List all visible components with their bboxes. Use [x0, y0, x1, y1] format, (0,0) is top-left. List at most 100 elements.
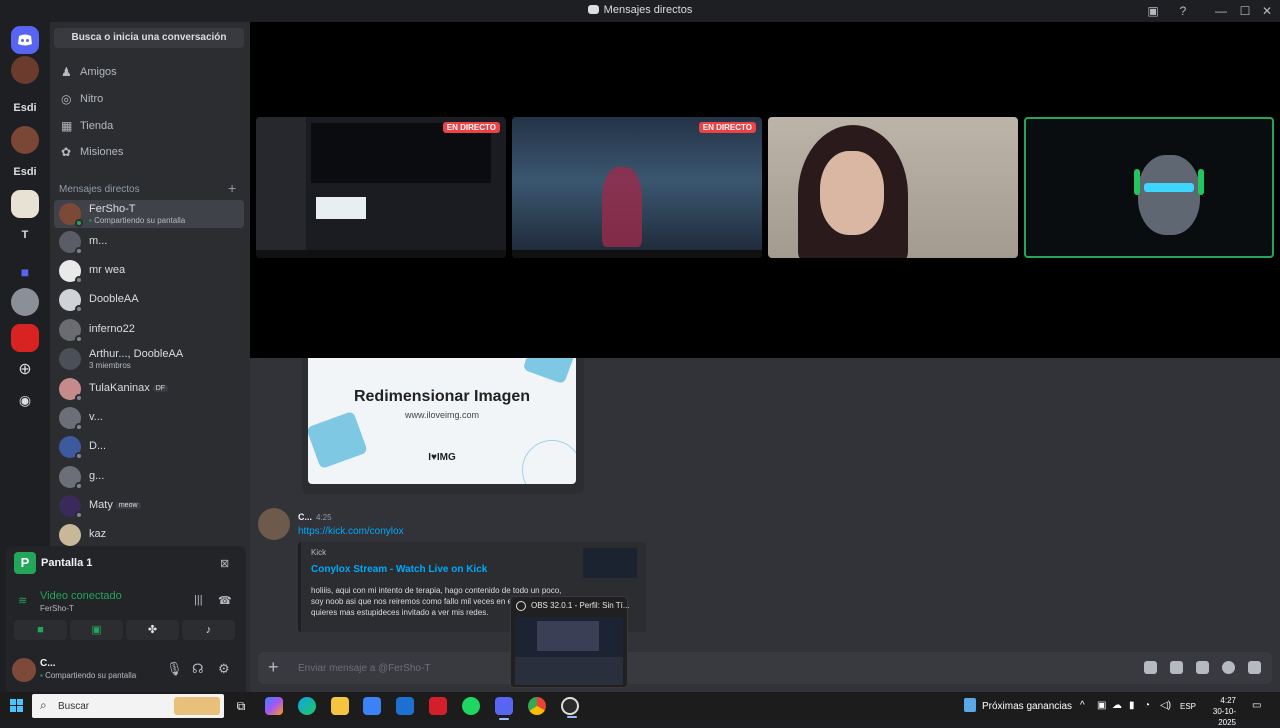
minimize-button[interactable]: —: [1208, 0, 1234, 22]
dm-item[interactable]: inferno22: [54, 316, 244, 344]
dm-item[interactable]: m...: [54, 228, 244, 256]
signal-icon[interactable]: ≋: [18, 594, 27, 607]
close-button[interactable]: ✕: [1254, 0, 1280, 22]
language-indicator[interactable]: ESP: [1180, 702, 1196, 711]
video-tile-2-speaking[interactable]: [1024, 117, 1274, 258]
avatar: [59, 289, 83, 313]
mail-icon[interactable]: [396, 697, 414, 715]
soundboard-button[interactable]: ♪: [182, 620, 235, 640]
embed-thumbnail[interactable]: [583, 548, 637, 578]
gear-icon[interactable]: ⚙: [218, 661, 230, 677]
tray-chevron-icon[interactable]: ^: [1080, 700, 1085, 711]
voice-channel-title[interactable]: Pantalla 1: [41, 557, 92, 569]
server-avatar-4[interactable]: [11, 288, 39, 316]
inbox-icon[interactable]: ▣: [1144, 2, 1162, 20]
taskbar-search[interactable]: ⌕ Buscar: [32, 694, 224, 718]
apps-icon[interactable]: [1248, 661, 1261, 674]
server-avatar-3[interactable]: [11, 190, 39, 218]
dm-item[interactable]: Arthur..., DoobleAA 3 miembros: [54, 345, 244, 373]
screen-share-button[interactable]: ▣: [70, 620, 123, 640]
dm-item[interactable]: v...: [54, 404, 244, 432]
popout-icon[interactable]: ⊠: [220, 557, 229, 570]
connection-status[interactable]: Video conectado: [40, 590, 122, 602]
server-avatar-5[interactable]: [11, 324, 39, 352]
copilot-icon[interactable]: [265, 697, 283, 715]
nav-friends[interactable]: ♟ Amigos: [54, 59, 244, 85]
call-stage: EN DIRECTO EN DIRECTO: [250, 22, 1280, 358]
stream-tile-game[interactable]: EN DIRECTO: [512, 117, 762, 258]
microphone-icon[interactable]: 🎙: [166, 661, 183, 677]
connection-user: FerSho-T: [40, 604, 74, 613]
server-esdi-2[interactable]: Esdi: [0, 166, 50, 178]
dm-item[interactable]: kaz: [54, 521, 244, 549]
create-dm-icon[interactable]: +: [228, 180, 236, 196]
dm-name: mr wea: [89, 264, 126, 276]
onedrive-icon[interactable]: ☁: [1112, 700, 1122, 711]
folder-icon[interactable]: ■: [11, 258, 39, 286]
microphone-tray-icon[interactable]: ▮: [1129, 700, 1135, 711]
noise-suppression-icon[interactable]: |||: [194, 594, 203, 606]
server-t[interactable]: T: [0, 229, 50, 241]
windows-start-icon[interactable]: [10, 699, 23, 712]
dm-item[interactable]: DoobleAA: [54, 286, 244, 314]
emoji-icon[interactable]: [1222, 661, 1235, 674]
image-attachment[interactable]: Redimensionar Imagen www.iloveimg.com I♥…: [302, 358, 584, 494]
avatar[interactable]: [12, 658, 36, 682]
news-widget[interactable]: Próximas ganancias: [964, 698, 1072, 712]
nav-shop[interactable]: ▦ Tienda: [54, 113, 244, 139]
dm-item[interactable]: D...: [54, 433, 244, 461]
avatar: [59, 466, 83, 490]
message-author[interactable]: C...: [298, 512, 312, 522]
discord-icon[interactable]: [495, 697, 513, 720]
server-avatar-2[interactable]: [11, 126, 39, 154]
username[interactable]: C...: [40, 658, 56, 669]
search-icon: ⌕: [40, 698, 47, 712]
headphones-icon[interactable]: ☊: [192, 661, 204, 677]
notifications-icon[interactable]: ▭: [1252, 700, 1261, 711]
obs-preview-thumbnail[interactable]: [515, 617, 623, 685]
dm-item[interactable]: Maty meow: [54, 492, 244, 520]
sticker-icon[interactable]: [1196, 661, 1209, 674]
video-tile-1[interactable]: [768, 117, 1018, 258]
image-preview[interactable]: Redimensionar Imagen www.iloveimg.com I♥…: [308, 358, 576, 484]
disconnect-icon[interactable]: ☎: [218, 594, 232, 607]
message-link[interactable]: https://kick.com/conylox: [298, 526, 404, 537]
stream-tile-screen[interactable]: EN DIRECTO: [256, 117, 506, 258]
file-explorer-icon[interactable]: [331, 697, 349, 715]
obs-icon[interactable]: [561, 697, 579, 718]
camera-button[interactable]: ■: [14, 620, 67, 640]
help-icon[interactable]: ?: [1174, 2, 1192, 20]
search-conversation-button[interactable]: Busca o inicia una conversación: [54, 28, 244, 48]
activities-button[interactable]: ✤: [126, 620, 179, 640]
tray-app-icon[interactable]: ▣: [1097, 700, 1106, 711]
add-server-icon[interactable]: ⊕: [11, 356, 39, 384]
attach-plus-icon[interactable]: +: [268, 658, 279, 676]
gif-icon[interactable]: [1170, 661, 1183, 674]
embed-title[interactable]: Conylox Stream - Watch Live on Kick: [311, 564, 487, 575]
dm-item[interactable]: g...: [54, 463, 244, 491]
edge-icon[interactable]: [298, 697, 316, 715]
gift-icon[interactable]: [1144, 661, 1157, 674]
red-app-icon[interactable]: [429, 697, 447, 715]
store-icon[interactable]: [363, 697, 381, 715]
dm-item[interactable]: FerSho-T ▪ Compartiendo su pantalla: [54, 200, 244, 228]
nav-quests[interactable]: ✿ Misiones: [54, 139, 244, 165]
avatar[interactable]: [258, 508, 290, 540]
wifi-icon[interactable]: ◔: [1144, 700, 1150, 711]
clock[interactable]: 4:27 30-10-2025: [1196, 695, 1236, 728]
soundboard-icon: ♪: [205, 624, 212, 636]
task-view-icon[interactable]: ⧉: [232, 697, 250, 715]
volume-icon[interactable]: ◁): [1160, 700, 1171, 711]
nav-nitro[interactable]: ◎ Nitro: [54, 86, 244, 112]
spotify-icon[interactable]: [462, 697, 480, 715]
dm-item[interactable]: TulaKaninax DF: [54, 375, 244, 403]
discover-icon[interactable]: ◉: [11, 386, 39, 414]
image-title: Redimensionar Imagen: [353, 388, 531, 405]
avatar: [59, 524, 81, 546]
server-avatar-1[interactable]: [11, 56, 39, 84]
discord-home-icon[interactable]: [11, 26, 39, 54]
dm-item[interactable]: mr wea: [54, 257, 244, 285]
obs-window-preview[interactable]: OBS 32.0.1 - Perfil: Sin Tí...: [510, 596, 630, 688]
chrome-icon[interactable]: [528, 697, 546, 715]
server-esdi-1[interactable]: Esdi: [0, 102, 50, 114]
